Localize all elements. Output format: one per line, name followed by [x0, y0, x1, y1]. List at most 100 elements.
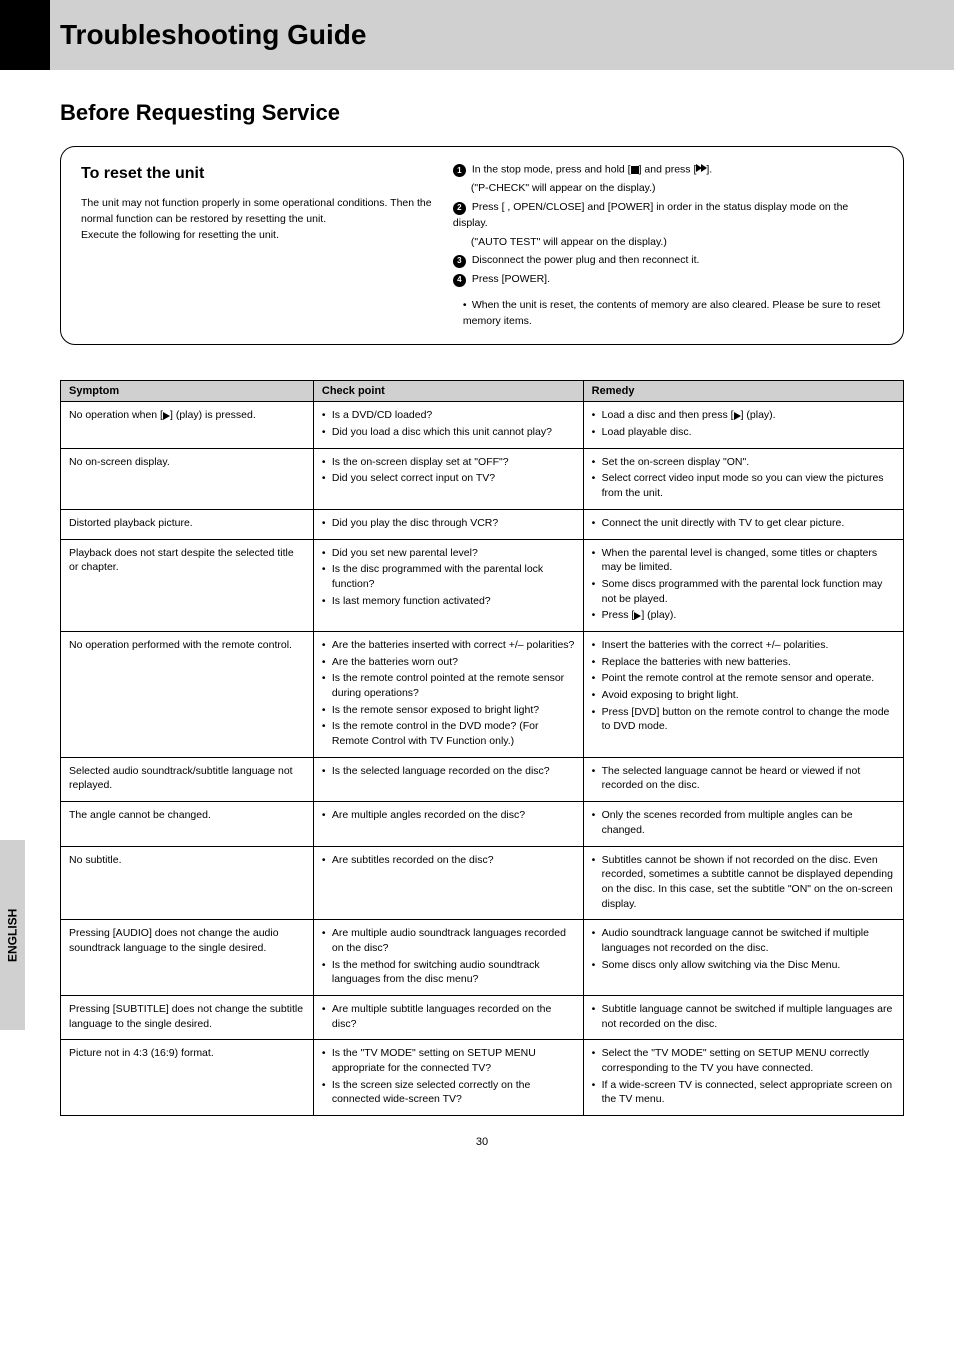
step1-indent: ("P-CHECK" will appear on the display.) — [453, 181, 883, 197]
check-text: Are the batteries inserted with correct … — [332, 638, 575, 653]
remedy-text: Connect the unit directly with TV to get… — [602, 516, 895, 531]
remedy-part: ] (play). — [641, 609, 676, 621]
remedy-text: Select correct video input mode so you c… — [602, 471, 895, 500]
section-title: Before Requesting Service — [60, 100, 904, 126]
cell-symptom: Pressing [SUBTITLE] does not change the … — [61, 996, 314, 1040]
reset-title: To reset the unit — [81, 162, 433, 186]
cell-symptom: The angle cannot be changed. — [61, 802, 314, 846]
remedy-text: Audio soundtrack language cannot be swit… — [602, 926, 895, 955]
play-icon — [163, 412, 170, 420]
remedy-text: Subtitles cannot be shown if not recorde… — [602, 853, 895, 912]
play-icon — [734, 412, 741, 420]
check-text: Is the remote control pointed at the rem… — [332, 671, 575, 700]
cell-remedy: •Connect the unit directly with TV to ge… — [583, 509, 903, 539]
check-text: Is the method for switching audio soundt… — [332, 958, 575, 987]
symptom-text: No operation when [ — [69, 409, 163, 421]
table-row: The angle cannot be changed. •Are multip… — [61, 802, 904, 846]
remedy-text: Avoid exposing to bright light. — [602, 688, 895, 703]
reset-step-4: 4 Press [POWER]. — [453, 272, 883, 288]
remedy-text: Set the on-screen display "ON". — [602, 455, 895, 470]
remedy-text: Load playable disc. — [602, 425, 895, 440]
header-bar: Troubleshooting Guide — [0, 0, 954, 70]
cell-symptom: Distorted playback picture. — [61, 509, 314, 539]
step3-text: Disconnect the power plug and then recon… — [472, 254, 700, 266]
page-title: Troubleshooting Guide — [60, 19, 366, 51]
remedy-text: Press [ ] (play). — [602, 608, 895, 623]
fast-forward-icon — [696, 162, 706, 178]
check-text: Is the on-screen display set at "OFF"? — [332, 455, 575, 470]
check-text: Did you load a disc which this unit cann… — [332, 425, 575, 440]
step2-text-before: Press [ — [472, 201, 505, 213]
step2-indent: ("AUTO TEST" will appear on the display.… — [453, 235, 883, 251]
cell-symptom: No operation performed with the remote c… — [61, 631, 314, 757]
step-number-4: 4 — [453, 274, 466, 287]
th-check: Check point — [313, 381, 583, 402]
remedy-part: Press [ — [602, 609, 635, 621]
remedy-part: ] (play). — [741, 409, 776, 421]
cell-remedy: •Only the scenes recorded from multiple … — [583, 802, 903, 846]
remedy-text: Some discs only allow switching via the … — [602, 958, 895, 973]
check-text: Are the batteries worn out? — [332, 655, 575, 670]
step-number-2: 2 — [453, 202, 466, 215]
cell-check: •Are multiple angles recorded on the dis… — [313, 802, 583, 846]
top-black-tab — [0, 0, 50, 70]
step1-text-b: ] and press [ — [639, 164, 697, 176]
table-row: No subtitle. •Are subtitles recorded on … — [61, 846, 904, 920]
cell-remedy: •Subtitle language cannot be switched if… — [583, 996, 903, 1040]
check-text: Is the screen size selected correctly on… — [332, 1078, 575, 1107]
check-text: Did you play the disc through VCR? — [332, 516, 575, 531]
cell-symptom: No subtitle. — [61, 846, 314, 920]
th-symptom: Symptom — [61, 381, 314, 402]
cell-check: •Are multiple subtitle languages recorde… — [313, 996, 583, 1040]
table-row: Playback does not start despite the sele… — [61, 539, 904, 631]
th-remedy: Remedy — [583, 381, 903, 402]
check-text: Did you set new parental level? — [332, 546, 575, 561]
step1-text-a: In the stop mode, press and hold [ — [472, 164, 631, 176]
stop-icon — [631, 166, 639, 174]
reset-note-text: When the unit is reset, the contents of … — [463, 299, 880, 327]
reset-left: To reset the unit The unit may not funct… — [81, 162, 433, 329]
cell-remedy: •Subtitles cannot be shown if not record… — [583, 846, 903, 920]
cell-check: •Is the on-screen display set at "OFF"? … — [313, 448, 583, 509]
step2-text-main: , OPEN/CLOSE] and [POWER] in order in th… — [453, 201, 848, 229]
remedy-text: Insert the batteries with the correct +/… — [602, 638, 895, 653]
cell-remedy: •Load a disc and then press [] (play). •… — [583, 402, 903, 448]
remedy-text: Point the remote control at the remote s… — [602, 671, 895, 686]
reset-execute: Execute the following for resetting the … — [81, 228, 433, 244]
check-text: Is a DVD/CD loaded? — [332, 408, 575, 423]
step-number-3: 3 — [453, 255, 466, 268]
cell-check: •Is a DVD/CD loaded? •Did you load a dis… — [313, 402, 583, 448]
check-text: Is the "TV MODE" setting on SETUP MENU a… — [332, 1046, 575, 1075]
cell-remedy: •Set the on-screen display "ON". •Select… — [583, 448, 903, 509]
cell-check: •Did you set new parental level? •Is the… — [313, 539, 583, 631]
cell-remedy: •The selected language cannot be heard o… — [583, 757, 903, 801]
cell-remedy: •Audio soundtrack language cannot be swi… — [583, 920, 903, 996]
reset-step-1: 1 In the stop mode, press and hold [] an… — [453, 162, 883, 178]
cell-remedy: •Insert the batteries with the correct +… — [583, 631, 903, 757]
remedy-text: The selected language cannot be heard or… — [602, 764, 895, 793]
remedy-text: Some discs programmed with the parental … — [602, 577, 895, 606]
cell-symptom: Selected audio soundtrack/subtitle langu… — [61, 757, 314, 801]
remedy-part: Load a disc and then press [ — [602, 409, 734, 421]
table-header-row: Symptom Check point Remedy — [61, 381, 904, 402]
check-text: Are multiple audio soundtrack languages … — [332, 926, 575, 955]
check-text: Are subtitles recorded on the disc? — [332, 853, 575, 868]
reset-step-3: 3 Disconnect the power plug and then rec… — [453, 253, 883, 269]
side-language-tab: ENGLISH — [0, 840, 25, 1030]
cell-check: •Are subtitles recorded on the disc? — [313, 846, 583, 920]
remedy-text: Subtitle language cannot be switched if … — [602, 1002, 895, 1031]
check-text: Is the remote control in the DVD mode? (… — [332, 719, 575, 748]
check-text: Are multiple angles recorded on the disc… — [332, 808, 575, 823]
check-text: Is the selected language recorded on the… — [332, 764, 575, 779]
check-text: Are multiple subtitle languages recorded… — [332, 1002, 575, 1031]
reset-note: • When the unit is reset, the contents o… — [453, 298, 883, 330]
table-row: Pressing [AUDIO] does not change the aud… — [61, 920, 904, 996]
page-number: 30 — [60, 1136, 904, 1148]
cell-check: •Are multiple audio soundtrack languages… — [313, 920, 583, 996]
remedy-text: Press [DVD] button on the remote control… — [602, 705, 895, 734]
reset-intro: The unit may not function properly in so… — [81, 196, 433, 228]
cell-symptom: Picture not in 4:3 (16:9) format. — [61, 1040, 314, 1116]
troubleshoot-table: Symptom Check point Remedy No operation … — [60, 380, 904, 1116]
table-row: Selected audio soundtrack/subtitle langu… — [61, 757, 904, 801]
symptom-text: ] (play) is pressed. — [170, 409, 256, 421]
